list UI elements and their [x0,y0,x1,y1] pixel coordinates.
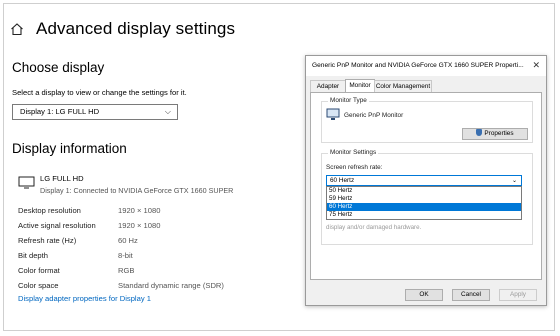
info-value: 1920 × 1080 [118,206,161,215]
refresh-rate-label: Screen refresh rate: [326,164,383,171]
info-value: RGB [118,266,135,275]
monitor-icon [18,176,35,189]
tab-color-management[interactable]: Color Management [374,80,432,92]
choose-display-instruction: Select a display to view or change the s… [12,88,187,97]
ok-button[interactable]: OK [405,289,443,301]
monitor-type-label: Monitor Type [328,97,369,104]
shield-icon [476,129,483,136]
list-item[interactable]: 75 Hertz [327,211,521,219]
list-item[interactable]: 60 Hertz [327,203,521,211]
info-label: Desktop resolution [18,206,81,215]
info-value: 1920 × 1080 [118,221,161,230]
close-icon[interactable]: ✕ [532,60,540,71]
page-header: Advanced display settings [10,19,235,39]
info-label: Refresh rate (Hz) [18,236,77,245]
monitor-name: LG FULL HD [40,174,84,183]
info-label: Bit depth [18,251,48,260]
display-info-heading: Display information [12,141,127,156]
display-select-value: Display 1: LG FULL HD [20,107,100,116]
monitor-settings-label: Monitor Settings [328,149,379,156]
monitor-type-name: Generic PnP Monitor [344,112,404,119]
properties-button[interactable]: Properties [462,128,528,140]
properties-button-label: Properties [484,130,514,137]
monitor-settings-group: Monitor Settings Screen refresh rate: 60… [321,149,533,245]
apply-button[interactable]: Apply [499,289,537,301]
info-value: Standard dynamic range (SDR) [118,281,224,290]
hidden-modes-text: display and/or damaged hardware. [326,224,422,231]
home-icon[interactable] [10,22,24,36]
page-title: Advanced display settings [36,19,236,38]
tab-adapter[interactable]: Adapter [310,80,346,92]
info-label: Color format [18,266,60,275]
info-label: Active signal resolution [18,221,96,230]
monitor-connection: Display 1: Connected to NVIDIA GeForce G… [40,186,234,195]
monitor-icon [326,108,340,120]
list-item[interactable]: 59 Hertz [327,195,521,203]
monitor-type-group: Monitor Type Generic PnP Monitor Propert… [321,97,533,143]
refresh-rate-list: 50 Hertz 59 Hertz 60 Hertz 75 Hertz [326,186,522,220]
cancel-button[interactable]: Cancel [452,289,490,301]
refresh-rate-value: 60 Hertz [330,177,355,184]
properties-dialog: Generic PnP Monitor and NVIDIA GeForce G… [305,55,547,306]
dialog-title-bar: Generic PnP Monitor and NVIDIA GeForce G… [306,56,546,76]
info-label: Color space [18,281,59,290]
dialog-title: Generic PnP Monitor and NVIDIA GeForce G… [312,62,524,69]
tab-monitor[interactable]: Monitor [345,79,375,92]
monitor-tab-panel: Monitor Type Generic PnP Monitor Propert… [310,92,542,280]
info-value: 60 Hz [118,236,138,245]
list-item[interactable]: 50 Hertz [327,187,521,195]
refresh-rate-select[interactable]: 60 Hertz ⌄ [326,175,522,186]
display-select[interactable]: Display 1: LG FULL HD ⌵ [12,104,178,120]
choose-display-heading: Choose display [12,60,105,75]
display-adapter-properties-link[interactable]: Display adapter properties for Display 1 [18,294,151,303]
chevron-down-icon: ⌄ [511,178,517,184]
chevron-down-icon: ⌵ [164,107,171,116]
info-value: 8-bit [118,251,133,260]
